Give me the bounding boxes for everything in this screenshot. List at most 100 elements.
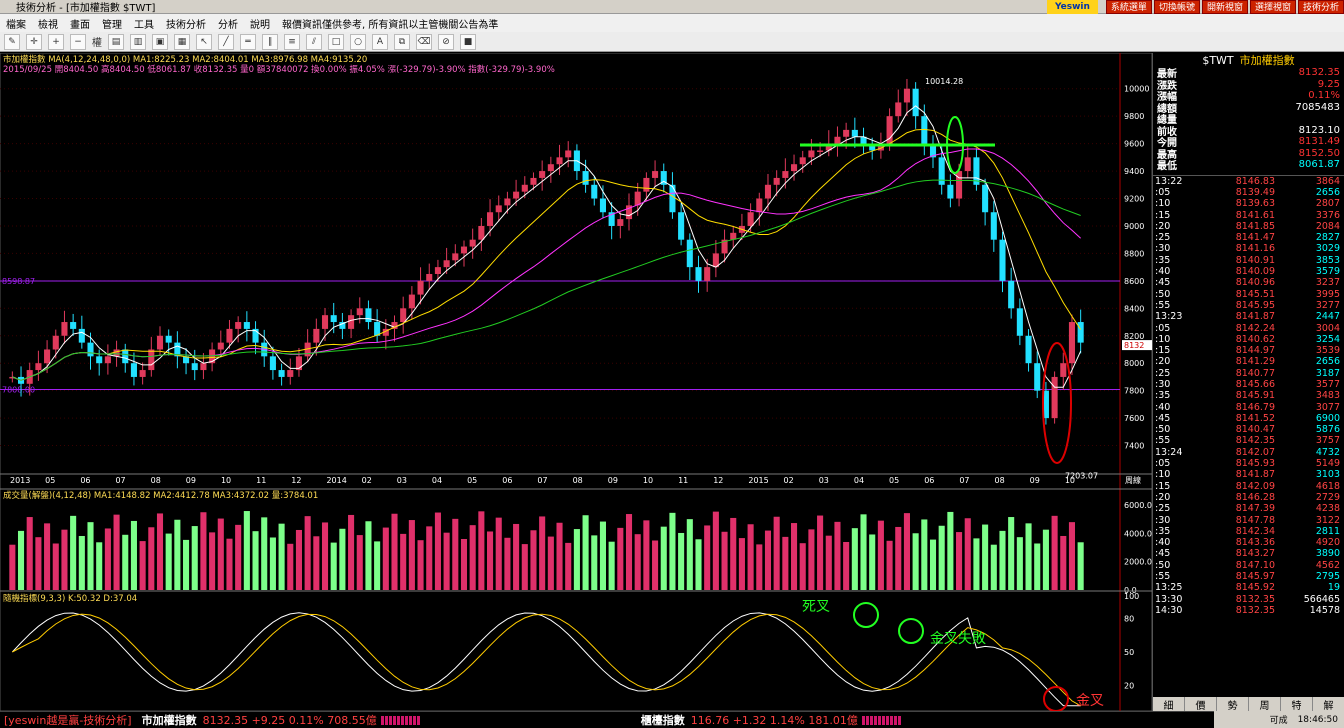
menu-view[interactable]: 檢視	[32, 16, 64, 31]
volume-bar	[547, 536, 554, 590]
menu-file[interactable]: 檔案	[0, 16, 32, 31]
volume-bar	[217, 518, 224, 590]
tick-row: :50 8140.47 5876	[1153, 424, 1344, 435]
zoom-out-icon[interactable]: −	[70, 33, 86, 50]
menu-analysis[interactable]: 分析	[212, 16, 244, 31]
parallel-tool-icon[interactable]: ∥	[262, 33, 278, 50]
volume-bar	[183, 539, 190, 590]
tick-time: 13:23	[1155, 311, 1183, 323]
edit-icon[interactable]: ✎	[4, 33, 20, 50]
tab-price[interactable]: 價	[1185, 697, 1217, 712]
save-icon[interactable]: ■	[460, 33, 476, 50]
menu-manage[interactable]: 管理	[96, 16, 128, 31]
price-tick-label: 9600	[1124, 140, 1144, 149]
volume-bar	[1034, 543, 1041, 590]
menu-tech-analysis[interactable]: 技術分析	[160, 16, 212, 31]
eraser-icon[interactable]: ⌫	[416, 33, 432, 50]
disclaimer-text: 報價資訊僅供參考, 所有資訊以主管機關公告為準	[282, 19, 499, 31]
indicator-icon[interactable]: ▥	[130, 33, 146, 50]
volume-bar	[747, 524, 754, 590]
volume-bar	[443, 532, 450, 590]
clear-icon[interactable]: ⊘	[438, 33, 454, 50]
menu-help[interactable]: 說明	[244, 16, 276, 31]
date-tick-label: 2015	[748, 476, 768, 485]
price-tick-label: 8000	[1124, 359, 1144, 368]
volume-bar	[35, 537, 42, 590]
date-tick-label: 05	[467, 476, 477, 485]
volume-bar	[434, 512, 441, 590]
tab-special[interactable]: 特	[1281, 697, 1313, 712]
select-window-button[interactable]: 選擇視窗	[1249, 0, 1296, 14]
line-tool-icon[interactable]: ╱	[218, 33, 234, 50]
tab-trend[interactable]: 勢	[1217, 697, 1249, 712]
menu-tools[interactable]: 工具	[128, 16, 160, 31]
candle-body	[148, 349, 155, 371]
candle-body	[817, 150, 824, 152]
volume-bar	[122, 534, 129, 590]
tick-row: :40 8143.36 4920	[1153, 537, 1344, 548]
candle-body	[417, 280, 424, 295]
candle-body	[321, 315, 329, 329]
volume-bar	[591, 535, 598, 590]
window-icon[interactable]: ▣	[152, 33, 168, 50]
tab-week[interactable]: 周	[1249, 697, 1281, 712]
date-tick-label: 09	[186, 476, 196, 485]
switch-account-button[interactable]: 切換帳號	[1153, 0, 1200, 14]
menu-screen[interactable]: 畫面	[64, 16, 96, 31]
volume-bar	[252, 531, 259, 590]
period-selector[interactable]: 權	[92, 34, 102, 49]
tick-row: :15 8142.09 4618	[1153, 481, 1344, 492]
clock: 18:46:50	[1297, 714, 1338, 725]
candle-body	[903, 88, 910, 103]
tab-interpret[interactable]: 解	[1313, 697, 1344, 712]
zoom-in-icon[interactable]: +	[48, 33, 64, 50]
tick-price: 8143.27	[1235, 548, 1275, 560]
volume-bar	[504, 537, 511, 590]
candle-body	[217, 342, 224, 350]
mode-indicator: 可成	[1269, 716, 1288, 726]
index2-name[interactable]: 櫃檯指數	[641, 712, 685, 728]
tick-time: :05	[1155, 322, 1171, 334]
volume-bar	[773, 516, 780, 590]
volume-bar	[52, 543, 59, 590]
volume-bar	[782, 536, 789, 590]
index1-name[interactable]: 市加權指數	[142, 712, 197, 728]
tick-row: :55 8145.97 2795	[1153, 571, 1344, 582]
layout-icon[interactable]: ▦	[174, 33, 190, 50]
crosshair-icon[interactable]: ✛	[26, 33, 42, 50]
hline-tool-icon[interactable]: ═	[240, 33, 256, 50]
candle-body	[1008, 280, 1015, 309]
rect-tool-icon[interactable]: □	[328, 33, 344, 50]
volume-bar	[495, 517, 502, 590]
tick-time: :25	[1155, 367, 1171, 379]
volume-bar	[964, 518, 971, 590]
quote-value: 9.25	[1317, 78, 1340, 90]
candle-body	[704, 267, 711, 281]
tick-volume: 3853	[1315, 254, 1340, 266]
candle-body	[747, 212, 754, 226]
tick-row: :55 8142.35 3757	[1153, 435, 1344, 446]
candle-body	[495, 205, 502, 213]
tab-detail[interactable]: 細	[1153, 697, 1185, 712]
candle-body	[313, 328, 320, 343]
text-tool-icon[interactable]: A	[372, 33, 388, 50]
new-window-button[interactable]: 開新視窗	[1201, 0, 1248, 14]
volume-bar	[148, 527, 155, 590]
chart-type-icon[interactable]: ▤	[108, 33, 124, 50]
tick-list[interactable]: 13:22 8146.83 3864:05 8139.49 2656:10 8139.63…	[1153, 174, 1344, 617]
copy-icon[interactable]: ⧉	[394, 33, 410, 50]
ellipse-tool-icon[interactable]: ○	[350, 33, 366, 50]
pointer-icon[interactable]: ↖	[196, 33, 212, 50]
volume-bar	[869, 534, 876, 590]
candle-body	[104, 356, 111, 364]
tick-time: :45	[1155, 548, 1171, 560]
chart-area[interactable]: 市加權指數 MA(4,12,24,48,0,0) MA1:8225.23 MA2…	[0, 53, 1152, 711]
tech-analysis-button[interactable]: 技術分析	[1297, 0, 1344, 14]
fib-tool-icon[interactable]: ≡	[284, 33, 300, 50]
candle-body	[530, 177, 537, 185]
price-tick-label: 7800	[1124, 387, 1144, 396]
date-tick-label: 12	[713, 476, 723, 485]
channel-tool-icon[interactable]: ⫽	[306, 33, 322, 50]
system-menu-button[interactable]: 系統選單	[1105, 0, 1152, 14]
tick-row: :05 8139.49 2656	[1153, 187, 1344, 198]
